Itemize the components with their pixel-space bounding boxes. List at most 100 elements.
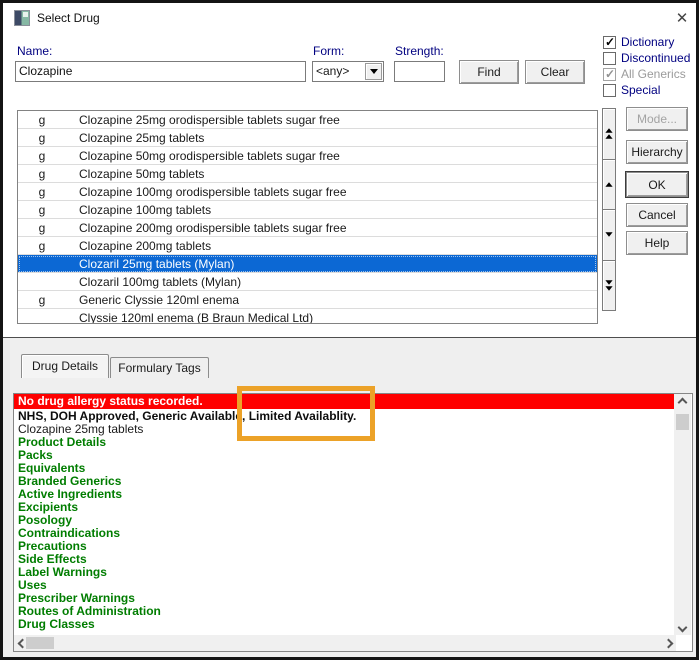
- link-precautions[interactable]: Precautions: [18, 540, 668, 553]
- down-arrow-icon: [605, 233, 612, 238]
- drug-name: Clozapine 100mg tablets: [66, 203, 211, 217]
- double-up-arrow-icon: [605, 129, 612, 134]
- drug-name: Clozapine 25mg orodispersible tablets su…: [66, 113, 340, 127]
- list-item[interactable]: gClozapine 50mg orodispersible tablets s…: [18, 147, 597, 165]
- drug-name: Clozapine 50mg tablets: [66, 167, 204, 181]
- allergy-status-banner: No drug allergy status recorded.: [14, 394, 675, 409]
- link-contraindications[interactable]: Contraindications: [18, 527, 668, 540]
- drug-name: Generic Clyssie 120ml enema: [66, 293, 239, 307]
- generic-flag: g: [18, 149, 66, 163]
- find-button[interactable]: Find: [459, 60, 519, 84]
- app-icon: [14, 10, 30, 26]
- ok-button[interactable]: OK: [626, 172, 688, 197]
- details-horizontal-scrollbar[interactable]: [14, 635, 676, 651]
- details-text: NHS, DOH Approved, Generic Available, Li…: [18, 410, 668, 631]
- chevron-down-icon: [370, 69, 378, 74]
- list-item[interactable]: Clyssie 120ml enema (B Braun Medical Ltd…: [18, 309, 597, 324]
- checkbox-label: Discontinued: [621, 51, 690, 65]
- checkbox-icon: [603, 84, 616, 97]
- scroll-up-button[interactable]: [603, 160, 615, 211]
- clear-button[interactable]: Clear: [525, 60, 585, 84]
- list-item[interactable]: gClozapine 25mg tablets: [18, 129, 597, 147]
- double-down-arrow-icon: [605, 286, 612, 291]
- scroll-page-down-button[interactable]: [603, 261, 615, 311]
- chevron-down-icon: [677, 622, 687, 632]
- generic-flag: g: [18, 239, 66, 253]
- scroll-up-button[interactable]: [674, 394, 690, 410]
- link-active-ingredients[interactable]: Active Ingredients: [18, 488, 668, 501]
- drug-name: Clozapine 50mg orodispersible tablets su…: [66, 149, 340, 163]
- form-select-value: <any>: [316, 64, 349, 78]
- drug-name: Clozapine 100mg orodispersible tablets s…: [66, 185, 347, 199]
- checkbox-icon: [603, 36, 616, 49]
- checkbox-icon: [603, 52, 616, 65]
- generic-flag: g: [18, 113, 66, 127]
- generic-flag: g: [18, 185, 66, 199]
- close-icon[interactable]: ✕: [671, 9, 693, 29]
- form-dropdown-button[interactable]: [365, 63, 382, 80]
- form-select[interactable]: <any>: [312, 61, 384, 82]
- list-item[interactable]: gClozapine 25mg orodispersible tablets s…: [18, 111, 597, 129]
- link-label-warnings[interactable]: Label Warnings: [18, 566, 668, 579]
- checkbox-label: Dictionary: [621, 35, 674, 49]
- generic-flag: g: [18, 221, 66, 235]
- list-item[interactable]: gGeneric Clyssie 120ml enema: [18, 291, 597, 309]
- checkbox-dictionary[interactable]: Dictionary: [603, 35, 674, 49]
- details-section: Drug Details Formulary Tags No drug alle…: [3, 338, 696, 657]
- scroll-right-button[interactable]: [660, 635, 676, 651]
- strength-input[interactable]: [394, 61, 445, 82]
- window-title: Select Drug: [37, 11, 100, 25]
- checkbox-special[interactable]: Special: [603, 83, 660, 97]
- drug-name: Clozapine 25mg tablets: [66, 131, 204, 145]
- link-excipients[interactable]: Excipients: [18, 501, 668, 514]
- selected-drug-name: Clozapine 25mg tablets: [18, 423, 668, 436]
- list-item-selected[interactable]: Clozaril 25mg tablets (Mylan): [18, 255, 597, 273]
- list-item[interactable]: gClozapine 200mg tablets: [18, 237, 597, 255]
- list-item[interactable]: gClozapine 50mg tablets: [18, 165, 597, 183]
- help-button[interactable]: Help: [626, 231, 688, 255]
- select-drug-dialog: Select Drug ✕ Name: Form: Strength: Cloz…: [0, 0, 699, 660]
- generic-flag: g: [18, 131, 66, 145]
- tab-drug-details[interactable]: Drug Details: [21, 354, 109, 378]
- generic-flag: g: [18, 167, 66, 181]
- tab-formulary-tags[interactable]: Formulary Tags: [110, 357, 209, 378]
- drug-list: gClozapine 25mg orodispersible tablets s…: [17, 110, 598, 324]
- title-bar: Select Drug ✕: [3, 3, 696, 33]
- checkbox-label: All Generics: [621, 67, 686, 81]
- name-input[interactable]: Clozapine: [15, 61, 306, 82]
- list-item[interactable]: gClozapine 200mg orodispersible tablets …: [18, 219, 597, 237]
- cancel-button[interactable]: Cancel: [626, 203, 688, 227]
- list-item[interactable]: gClozapine 100mg tablets: [18, 201, 597, 219]
- drug-name: Clozapine 200mg tablets: [66, 239, 211, 253]
- checkbox-icon: [603, 68, 616, 81]
- link-routes-of-administration[interactable]: Routes of Administration: [18, 605, 668, 618]
- drug-name: Clozaril 100mg tablets (Mylan): [66, 275, 241, 289]
- vertical-scroll-thumb[interactable]: [676, 414, 689, 430]
- double-up-arrow-icon: [605, 135, 612, 140]
- list-item[interactable]: gClozapine 100mg orodispersible tablets …: [18, 183, 597, 201]
- link-drug-classes[interactable]: Drug Classes: [18, 618, 668, 631]
- checkbox-all-generics: All Generics: [603, 67, 686, 81]
- link-packs[interactable]: Packs: [18, 449, 668, 462]
- generic-flag: g: [18, 293, 66, 307]
- scroll-page-up-button[interactable]: [603, 109, 615, 160]
- scroll-down-button[interactable]: [674, 619, 690, 635]
- chevron-right-icon: [663, 638, 673, 648]
- drug-name: Clyssie 120ml enema (B Braun Medical Ltd…: [66, 311, 313, 325]
- link-side-effects[interactable]: Side Effects: [18, 553, 668, 566]
- horizontal-scroll-thumb[interactable]: [26, 637, 54, 649]
- mode-button: Mode...: [626, 107, 688, 131]
- checkbox-discontinued[interactable]: Discontinued: [603, 51, 690, 65]
- hierarchy-button[interactable]: Hierarchy: [626, 140, 688, 164]
- checkbox-label: Special: [621, 83, 660, 97]
- double-down-arrow-icon: [605, 280, 612, 285]
- details-vertical-scrollbar[interactable]: [674, 394, 691, 635]
- drug-name: Clozapine 200mg orodispersible tablets s…: [66, 221, 347, 235]
- chevron-up-icon: [677, 397, 687, 407]
- name-label: Name:: [17, 44, 52, 58]
- link-product-details[interactable]: Product Details: [18, 436, 668, 449]
- scroll-down-button[interactable]: [603, 210, 615, 261]
- up-arrow-icon: [605, 182, 612, 187]
- list-item[interactable]: Clozaril 100mg tablets (Mylan): [18, 273, 597, 291]
- drug-details-panel: No drug allergy status recorded. NHS, DO…: [13, 393, 693, 652]
